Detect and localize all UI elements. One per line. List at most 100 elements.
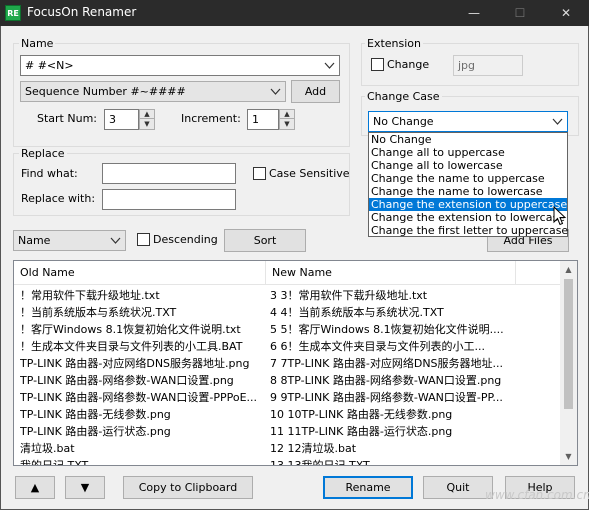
table-row[interactable]: TP-LINK 路由器-运行状态.png 11 11TP-LINK 路由器-运行状… <box>14 423 560 440</box>
sort-field-select[interactable]: Name <box>13 230 126 251</box>
move-down-button[interactable]: ▼ <box>65 476 105 499</box>
chevron-down-icon[interactable] <box>322 58 337 73</box>
start-num-input[interactable]: 3 <box>104 109 139 130</box>
old-name-cell: TP-LINK 路由器-运行状态.png <box>20 425 171 438</box>
column-old-name[interactable]: Old Name <box>14 261 266 285</box>
file-list-header: Old Name New Name <box>14 261 560 285</box>
spin-up-icon[interactable]: ▲ <box>280 110 294 119</box>
increment-value: 1 <box>252 113 259 126</box>
new-name-cell: 12 12清垃圾.bat <box>270 442 357 455</box>
table-row[interactable]: 清垃圾.bat 12 12清垃圾.bat <box>14 440 560 457</box>
new-name-cell: 8 8TP-LINK 路由器-网络参数-WAN口设置.png <box>270 374 502 387</box>
new-name-cell: 11 11TP-LINK 路由器-运行状态.png <box>270 425 453 438</box>
case-option[interactable]: Change all to uppercase <box>369 146 567 159</box>
case-option[interactable]: Change all to lowercase <box>369 159 567 172</box>
case-option[interactable]: Change the name to lowercase <box>369 185 567 198</box>
vertical-scrollbar[interactable]: ▲ ▼ <box>560 261 577 465</box>
start-num-spinner[interactable]: ▲ ▼ <box>139 109 155 130</box>
table-row[interactable]: TP-LINK 路由器-对应网络DNS服务器地址.png 7 7TP-LINK 路… <box>14 355 560 372</box>
minimize-button[interactable]: — <box>451 0 497 26</box>
change-case-select[interactable]: No Change <box>368 111 568 132</box>
new-name-cell: 9 9TP-LINK 路由器-网络参数-WAN口设置-PP... <box>270 391 503 404</box>
case-sensitive-checkbox[interactable] <box>253 167 266 180</box>
token-select[interactable]: Sequence Number #~#### <box>20 81 286 102</box>
new-name-cell: 6 6！生成本文件夹目录与文件列表的小工... <box>270 340 485 353</box>
quit-button[interactable]: Quit <box>423 476 493 499</box>
title-bar: RE FocusOn Renamer — ☐ ✕ <box>0 0 589 26</box>
main-window: Name # #<N> Sequence Number #~#### Add S… <box>0 26 589 510</box>
old-name-cell: 清垃圾.bat <box>20 442 75 455</box>
name-group-label: Name <box>19 37 56 50</box>
case-option[interactable]: Change the extension to uppercase <box>369 198 567 211</box>
chevron-down-icon[interactable] <box>108 233 123 248</box>
chevron-down-icon[interactable] <box>268 84 283 99</box>
window-title: FocusOn Renamer <box>27 5 137 19</box>
column-new-name[interactable]: New Name <box>266 261 516 285</box>
old-name-cell: ！客厅Windows 8.1恢复初始化文件说明.txt <box>20 323 241 336</box>
case-option[interactable]: Change the extension to lowercase <box>369 211 567 224</box>
close-button[interactable]: ✕ <box>543 0 589 26</box>
sort-button[interactable]: Sort <box>224 229 306 252</box>
move-up-button[interactable]: ▲ <box>15 476 55 499</box>
maximize-button[interactable]: ☐ <box>497 0 543 26</box>
extension-change-label: Change <box>387 58 430 71</box>
case-option[interactable]: No Change <box>369 133 567 146</box>
old-name-cell: TP-LINK 路由器-网络参数-WAN口设置-PPPoE... <box>20 391 258 404</box>
increment-label: Increment: <box>181 112 241 125</box>
name-pattern-value: # #<N> <box>25 59 74 72</box>
spin-down-icon[interactable]: ▼ <box>280 120 294 129</box>
table-row[interactable]: TP-LINK 路由器-网络参数-WAN口设置-PPPoE... 9 9TP-LI… <box>14 389 560 406</box>
rename-button[interactable]: Rename <box>323 476 413 499</box>
change-case-dropdown[interactable]: No Change Change all to uppercase Change a… <box>368 132 568 237</box>
chevron-down-icon[interactable] <box>550 114 565 129</box>
change-case-value: No Change <box>373 115 434 128</box>
find-what-input[interactable] <box>102 163 236 184</box>
token-select-value: Sequence Number #~#### <box>25 85 186 98</box>
descending-checkbox[interactable] <box>137 233 150 246</box>
replace-group-label: Replace <box>19 147 67 160</box>
table-row[interactable]: TP-LINK 路由器-网络参数-WAN口设置.png 8 8TP-LINK 路由… <box>14 372 560 389</box>
new-name-cell: 13 13我的日记.TXT <box>270 459 370 466</box>
old-name-cell: TP-LINK 路由器-对应网络DNS服务器地址.png <box>20 357 250 370</box>
copy-to-clipboard-button[interactable]: Copy to Clipboard <box>123 476 253 499</box>
mouse-pointer-icon <box>553 206 567 226</box>
start-num-value: 3 <box>109 113 116 126</box>
new-name-cell: 5 5！客厅Windows 8.1恢复初始化文件说明.... <box>270 323 504 336</box>
name-pattern-combo[interactable]: # #<N> <box>20 55 340 76</box>
old-name-cell: ！常用软件下载升级地址.txt <box>20 289 160 302</box>
table-row[interactable]: ！当前系统版本与系统状况.TXT 4 4！当前系统版本与系统状况.TXT <box>14 304 560 321</box>
old-name-cell: 我的日记.TXT <box>20 459 89 466</box>
old-name-cell: ！生成本文件夹目录与文件列表的小工具.BAT <box>20 340 243 353</box>
file-list[interactable]: Old Name New Name ！常用软件下载升级地址.txt 3 3！常用软… <box>13 260 578 466</box>
increment-spinner[interactable]: ▲ ▼ <box>279 109 295 130</box>
case-option[interactable]: Change the name to uppercase <box>369 172 567 185</box>
scroll-thumb[interactable] <box>564 279 573 409</box>
spin-up-icon[interactable]: ▲ <box>140 110 154 119</box>
table-row[interactable]: ！常用软件下载升级地址.txt 3 3！常用软件下载升级地址.txt <box>14 287 560 304</box>
spin-down-icon[interactable]: ▼ <box>140 120 154 129</box>
case-option[interactable]: Change the first letter to uppercase <box>369 224 568 237</box>
watermark: www.cfan.com.cn <box>485 488 589 502</box>
table-row[interactable]: TP-LINK 路由器-无线参数.png 10 10TP-LINK 路由器-无线参… <box>14 406 560 423</box>
scroll-up-icon[interactable]: ▲ <box>560 261 577 278</box>
file-list-rows: ！常用软件下载升级地址.txt 3 3！常用软件下载升级地址.txt ！当前系统版本… <box>14 287 560 466</box>
table-row[interactable]: ！生成本文件夹目录与文件列表的小工具.BAT 6 6！生成本文件夹目录与文件列表的… <box>14 338 560 355</box>
change-case-group-label: Change Case <box>365 90 442 103</box>
replace-with-label: Replace with: <box>21 192 96 205</box>
old-name-cell: TP-LINK 路由器-无线参数.png <box>20 408 171 421</box>
new-name-cell: 3 3！常用软件下载升级地址.txt <box>270 289 428 302</box>
extension-change-checkbox[interactable] <box>371 58 384 71</box>
descending-label: Descending <box>153 233 218 246</box>
new-name-cell: 4 4！当前系统版本与系统状况.TXT <box>270 306 444 319</box>
extension-input[interactable]: jpg <box>453 55 523 76</box>
app-icon: RE <box>5 5 21 21</box>
table-row[interactable]: ！客厅Windows 8.1恢复初始化文件说明.txt 5 5！客厅Windows… <box>14 321 560 338</box>
old-name-cell: ！当前系统版本与系统状况.TXT <box>20 306 177 319</box>
replace-with-input[interactable] <box>102 189 236 210</box>
sort-field-value: Name <box>18 234 51 247</box>
table-row[interactable]: 我的日记.TXT 13 13我的日记.TXT <box>14 457 560 466</box>
add-token-button[interactable]: Add <box>291 80 340 103</box>
extension-group-label: Extension <box>365 37 424 50</box>
increment-input[interactable]: 1 <box>247 109 279 130</box>
scroll-down-icon[interactable]: ▼ <box>560 448 577 465</box>
